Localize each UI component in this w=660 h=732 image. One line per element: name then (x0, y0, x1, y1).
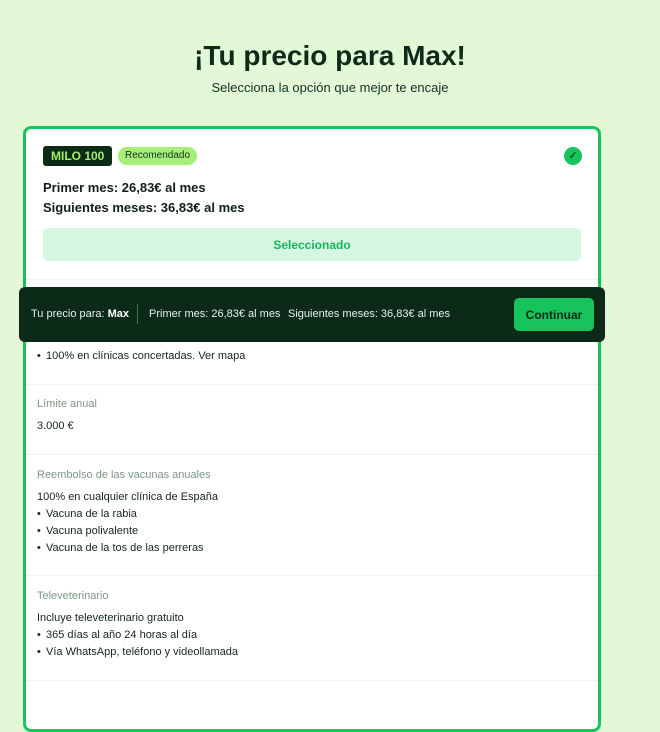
divider (26, 384, 598, 385)
bullet-dot: • (37, 629, 41, 641)
vertical-divider (137, 304, 138, 324)
bullet-dot: • (37, 508, 41, 520)
plan-name-badge: MILO 100 (43, 146, 113, 166)
sticky-price-bar: Tu precio para: Max Primer mes: 26,83€ a… (19, 287, 605, 342)
list-item: • Vacuna de la tos de las perreras (37, 542, 204, 554)
page-subtitle: Selecciona la opción que mejor te encaje (211, 80, 449, 95)
bar-first-month: Primer mes: 26,83€ al mes (149, 308, 281, 320)
vaccines-intro: 100% en cualquier clínica de España (37, 491, 219, 503)
annual-limit-value: 3.000 € (37, 420, 74, 432)
bullet-dot: • (37, 525, 41, 537)
bar-following-months: Siguientes meses: 36,83€ al mes (288, 308, 451, 320)
check-icon: ✓ (564, 147, 582, 165)
price-for-label: Tu precio para: Max (31, 308, 130, 320)
continue-button[interactable]: Continuar (514, 298, 594, 331)
bullet-dot: • (37, 350, 41, 362)
divider (26, 680, 598, 681)
bullet-dot: • (37, 542, 41, 554)
divider (26, 575, 598, 576)
list-item: • Vacuna de la rabia (37, 508, 137, 520)
list-item: • Vacuna polivalente (37, 525, 139, 537)
clinics-bullet: • 100% en clínicas concertadas. Ver mapa (37, 350, 246, 362)
page-title: ¡Tu precio para Max! (194, 40, 466, 71)
following-months-price: Siguientes meses: 36,83€ al mes (43, 200, 245, 215)
list-item: • 365 días al año 24 horas al día (37, 629, 198, 641)
selected-button[interactable]: Seleccionado (43, 228, 581, 261)
plan-card[interactable]: MILO 100 Recomendado ✓ Primer mes: 26,83… (23, 126, 601, 732)
annual-limit-label: Límite anual (37, 398, 97, 410)
pet-name: Max (107, 308, 130, 320)
first-month-price: Primer mes: 26,83€ al mes (43, 180, 206, 195)
divider (26, 279, 598, 280)
vaccines-label: Reembolso de las vacunas anuales (37, 469, 211, 481)
bullet-dot: • (37, 646, 41, 658)
divider (26, 454, 598, 455)
televet-intro: Incluye televeterinario gratuito (37, 612, 184, 624)
televet-label: Televeterinario (37, 590, 109, 602)
list-item: • Vía WhatsApp, teléfono y videollamada (37, 646, 239, 658)
recommended-badge: Recomendado (118, 147, 198, 165)
